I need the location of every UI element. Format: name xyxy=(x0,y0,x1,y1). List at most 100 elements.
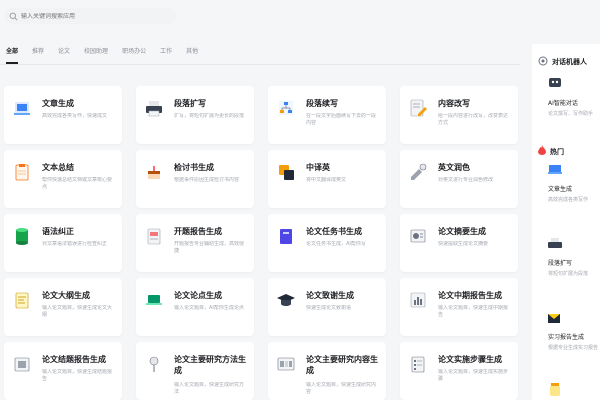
app-card[interactable]: 论文论点生成 输入论文题目，AI帮你生成论点 xyxy=(136,278,254,336)
app-card[interactable]: 英文润色 对英文进行专业润色修改 xyxy=(400,150,518,208)
app-card[interactable]: 内容改写 给一段内容进行改写，改变表达方式 xyxy=(400,86,518,144)
printer-icon xyxy=(548,238,562,248)
chat-bot-icon xyxy=(538,56,548,66)
app-card[interactable]: 论文任务书生成 论文任务书生成，AI帮你写 xyxy=(268,214,386,272)
tab-work[interactable]: 工作 xyxy=(160,40,172,64)
card-title: 论文致谢生成 xyxy=(306,291,354,300)
card-desc: 输入论文题目，AI帮你生成论点 xyxy=(174,305,244,311)
app-card[interactable]: 论文中期报告生成 输入论文题目，快速生成中期报告 xyxy=(400,278,518,336)
card-title: 开题报告生成 xyxy=(174,227,222,236)
card-desc: 论文任务书生成，AI帮你写 xyxy=(306,241,366,247)
card-desc: 输入论文题目，快速生成结题报告 xyxy=(42,369,113,382)
polish-icon xyxy=(411,163,427,180)
report-icon xyxy=(147,228,161,245)
robot-icon xyxy=(549,78,561,87)
tab-recommend[interactable]: 推荐 xyxy=(32,40,44,64)
jar-icon xyxy=(550,383,560,396)
card-title: 论文中期报告生成 xyxy=(438,291,502,300)
card-desc: 快速提取生成论文摘要 xyxy=(438,241,489,247)
app-card[interactable]: 文本总结 帮你快速总结文档或文章核心要点 xyxy=(4,150,122,208)
app-card[interactable]: 论文致谢生成 快速生成论文致谢语 xyxy=(268,278,386,336)
clipboard-icon xyxy=(15,164,29,181)
app-card[interactable]: 论文结题报告生成 输入论文题目，快速生成结题报告 xyxy=(4,342,122,400)
card-title: 论文论点生成 xyxy=(174,291,222,300)
hot-item-title: 文章生成 xyxy=(548,186,573,193)
card-title: 论文主要研究内容生成 xyxy=(306,355,378,375)
card-title: 论文结题报告生成 xyxy=(42,355,106,364)
tab-campus[interactable]: 校园助理 xyxy=(84,40,108,64)
search-input[interactable] xyxy=(21,12,161,20)
app-card[interactable]: 文章生成 高效完成各类写作，快速成文 xyxy=(4,86,122,144)
fire-icon xyxy=(538,145,546,155)
chat-entry-desc: 论文撰写、写作助手 xyxy=(548,111,594,117)
card-desc: 扩写，将短句扩展为更长的段落 xyxy=(174,113,245,119)
app-card[interactable]: 中译英 将中文翻译成英文 xyxy=(268,150,386,208)
hot-item-title: 段落扩写 xyxy=(548,260,573,267)
card-desc: 对英文进行专业润色修改 xyxy=(438,177,494,183)
steps-icon xyxy=(411,356,425,373)
card-title: 论文实施步骤生成 xyxy=(438,355,502,364)
card-title: 文本总结 xyxy=(42,163,74,172)
app-card[interactable]: 论文摘要生成 快速提取生成论文摘要 xyxy=(400,214,518,272)
outline-icon xyxy=(15,292,29,309)
app-card[interactable]: 论文主要研究内容生成 输入论文题目，快速生成研究内容 xyxy=(268,342,386,400)
card-title: 论文大纲生成 xyxy=(42,291,90,300)
chat-entry[interactable]: AI智能对话 论文撰写、写作助手 xyxy=(532,72,600,122)
document-icon xyxy=(548,165,562,174)
app-card[interactable]: 段落续写 在一段文字后面续写下去的一段内容 xyxy=(268,86,386,144)
chat-entry-title: AI智能对话 xyxy=(548,100,578,107)
card-desc: 输入论文题目，快速生成研究方法 xyxy=(174,382,245,395)
app-card[interactable]: 论文主要研究方法生成 输入论文题目，快速生成研究方法 xyxy=(136,342,254,400)
hot-item-desc: 高效完成各类写作 xyxy=(548,197,589,203)
card-title: 论文主要研究方法生成 xyxy=(174,355,246,375)
cylinder-icon xyxy=(16,228,28,245)
card-desc: 高效完成各类写作，快速成文 xyxy=(42,113,108,119)
card-title: 内容改写 xyxy=(438,99,470,108)
laptop-icon xyxy=(146,295,162,305)
chat-section-title: 对话机器人 xyxy=(552,58,587,66)
hot-item[interactable]: 实习报告生成 根据专业生成实习报告 xyxy=(532,310,600,360)
hot-item[interactable]: 段落扩写 将短句扩展为段落 xyxy=(532,236,600,286)
book-icon xyxy=(280,229,292,244)
card-desc: 输入论文题目，快速生成实施步骤 xyxy=(438,369,509,382)
app-card[interactable]: 论文大纲生成 输入论文题目，快速生成论文大纲 xyxy=(4,278,122,336)
card-title: 段落扩写 xyxy=(174,99,206,108)
folder-icon xyxy=(14,357,30,372)
card-desc: 在一段文字后面续写下去的一段内容 xyxy=(306,113,377,126)
card-title: 英文润色 xyxy=(438,163,470,172)
edit-icon xyxy=(410,99,427,117)
tab-office[interactable]: 职场办公 xyxy=(122,40,146,64)
cake-icon xyxy=(148,166,160,179)
printer-icon xyxy=(146,101,162,117)
card-desc: 快速生成论文致谢语 xyxy=(306,305,352,311)
document-icon xyxy=(14,102,30,115)
card-desc: 对文章语法错误进行检查纠正 xyxy=(42,241,108,247)
hot-item[interactable]: 文章生成 高效完成各类写作 xyxy=(532,162,600,212)
card-title: 中译英 xyxy=(306,163,330,172)
hot-item-desc: 根据专业生成实习报告 xyxy=(548,345,599,351)
app-card[interactable]: 开题报告生成 开题报告专业辅助生成，高效便捷 xyxy=(136,214,254,272)
app-card[interactable]: 段落扩写 扩写，将短句扩展为更长的段落 xyxy=(136,86,254,144)
right-sidebar: 对话机器人 AI智能对话 论文撰写、写作助手 热门 文章生成 高效完成各类写作 … xyxy=(532,44,600,400)
tab-paper[interactable]: 论文 xyxy=(58,40,70,64)
app-card[interactable]: 语法纠正 对文章语法错误进行检查纠正 xyxy=(4,214,122,272)
card-title: 文章生成 xyxy=(42,99,74,108)
card-title: 检讨书生成 xyxy=(174,163,214,172)
card-title: 论文任务书生成 xyxy=(306,227,362,236)
search-bar[interactable] xyxy=(4,8,176,24)
hot-item-title: 实习报告生成 xyxy=(548,334,585,341)
app-card[interactable]: 论文实施步骤生成 输入论文题目，快速生成实施步骤 xyxy=(400,342,518,400)
card-desc: 开题报告专业辅助生成，高效便捷 xyxy=(174,241,245,254)
card-desc: 输入论文题目，快速生成论文大纲 xyxy=(42,305,113,318)
tab-other[interactable]: 其他 xyxy=(186,40,198,64)
hot-section-title: 热门 xyxy=(550,148,564,156)
card-desc: 输入论文题目，快速生成研究内容 xyxy=(306,382,377,395)
translate-icon xyxy=(279,165,294,180)
card-title: 语法纠正 xyxy=(42,227,74,236)
hot-item-desc: 将短句扩展为段落 xyxy=(548,271,589,277)
tab-all[interactable]: 全部 xyxy=(6,40,19,64)
card-desc: 将中文翻译成英文 xyxy=(306,177,347,183)
card-desc: 给一段内容进行改写，改变表达方式 xyxy=(438,113,509,126)
category-tabs: 全部 推荐 论文 校园助理 职场办公 工作 其他 xyxy=(0,40,520,65)
app-card[interactable]: 检讨书生成 根据事件原因生成检讨书内容 xyxy=(136,150,254,208)
